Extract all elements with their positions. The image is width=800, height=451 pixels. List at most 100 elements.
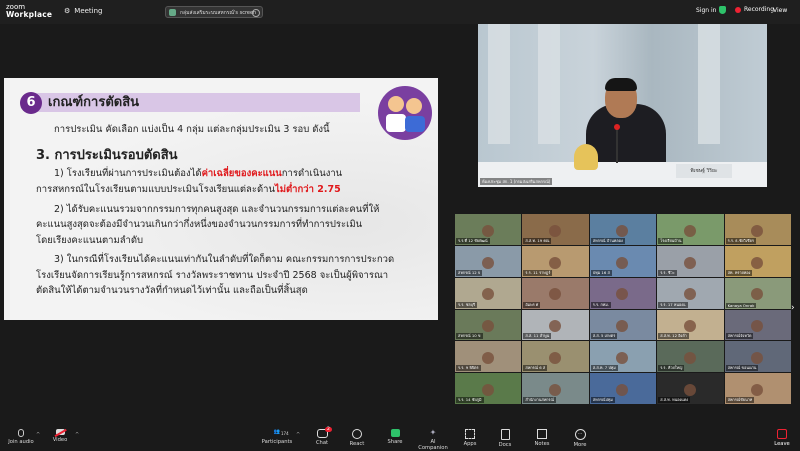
video-options-caret-icon[interactable]: ^ [75,432,79,438]
participant-tile[interactable]: อัมพร ศ [522,277,589,309]
join-audio-label: Join audio [8,439,34,445]
active-speaker-video[interactable]: พิเชษฐ์ วิริยะ ห้องประชุม สก. 1 (กรมส่งเ… [478,24,767,187]
participant-tile[interactable]: ร.ร. ชลบุรี [455,277,522,309]
participant-tile[interactable]: ร.ร. ห้วยใหญ่ [657,341,724,373]
participant-video-figure [548,383,561,396]
participant-video-figure [616,320,629,333]
participant-tile[interactable]: ส.ส.ท. หนองแดง [657,373,724,404]
participant-name: สหกรณ์ชัยนาท [725,397,755,403]
criteria-2-line-1: 2) ได้รับคะแนนรวมจากกรรมการทุกคนสูงสุด แ… [54,204,380,215]
view-button[interactable]: View [773,7,787,14]
student-body-icon [405,116,425,132]
ai-sparkle-icon: ✦ [429,428,437,437]
more-button[interactable]: ··· More [563,429,597,448]
criteria-1-text: 1) โรงเรียนที่ผ่านการประเมินต้องได้ [54,168,202,179]
meeting-tab[interactable]: ⚙ Meeting [64,7,103,15]
participant-video-figure [683,383,696,396]
slide-number-badge: 6 [20,92,42,114]
participant-tile[interactable]: ปทุม 16 ส [589,245,657,277]
notes-label: Notes [534,441,550,447]
audio-options-caret-icon[interactable]: ^ [36,432,40,438]
participants-count: 174 [281,431,289,436]
share-screen-icon [169,9,176,16]
react-icon [352,429,362,439]
participant-tile[interactable]: ร.ร. ชีวะ [657,245,724,277]
participant-tile[interactable]: สหกรณ์ 12 จ [455,245,522,277]
security-shield-icon[interactable] [719,6,726,14]
participant-tile[interactable]: สหกรณ์ชัยนาท [724,373,791,404]
criteria-1-highlight: ค่าเฉลี่ยของคะแนน [201,168,282,179]
leave-label: Leave [774,441,790,447]
participant-tile[interactable]: ร.ร. 14 ชัยภูมิ [455,373,522,404]
criteria-1-line-1: 1) โรงเรียนที่ผ่านการประเมินต้องได้ค่าเฉ… [54,166,342,181]
shared-slide: 6 เกณฑ์การตัดสิน การประเมิน คัดเลือก แบ่… [4,78,438,320]
curtain [488,24,510,144]
participants-caret-icon[interactable]: ^ [296,432,300,438]
headphone-icon [18,429,24,437]
criteria-2-line-3: โดยเรียงคะแนนตามลำดับ [36,235,144,246]
ai-companion-button[interactable]: ✦ AI Companion [416,429,450,451]
participant-name: ส.ส.ท. หนองแดง [658,397,691,403]
join-audio-button[interactable]: Join audio [4,429,38,445]
participant-tile[interactable]: สหกรณ์ ขอนแก่น [724,341,791,373]
participant-video-figure [481,320,494,333]
view-options-icon[interactable] [252,9,260,17]
shared-screen-title-text: กลุ่มส่งเสริมระบบสหกรณ์'s screen [180,10,257,16]
recording-indicator[interactable]: Recording [735,6,774,13]
participant-tile[interactable]: ส.ส. 11 ลำพูน [522,309,589,341]
participant-tile[interactable]: ส.ส. 5 เกษตร [589,309,657,341]
participant-tile[interactable]: สหกรณ์ 6 ส [522,341,589,373]
participant-name: ร.ร. 14 ชัยภูมิ [456,397,484,403]
student-body-icon [386,114,406,132]
participant-name: ร.ร. 9 พิจิตร [456,365,481,372]
shared-screen-title[interactable]: กลุ่มส่งเสริมระบบสหกรณ์'s screen [165,6,263,18]
participant-tile[interactable]: โรงเรียนบ้าน [657,214,724,245]
participants-label: Participants [261,439,293,445]
participant-tile[interactable]: สท. ทรายทอง [724,245,791,277]
react-button[interactable]: React [340,429,374,447]
participant-tile[interactable]: ส.ส.ท. 7 ปทุม [589,341,657,373]
sign-in-link[interactable]: Sign in [696,7,716,14]
meeting-tab-label: Meeting [74,7,103,15]
participant-tile[interactable]: สหกรณ์ บ้านคลอง [589,214,657,245]
participant-name: ส.ส.ท. 7 ปทุม [590,365,618,372]
emblem-icon [574,144,598,170]
apps-label: Apps [463,441,477,447]
participant-tile[interactable]: ร.ร. กทม. [589,277,657,309]
participant-video-figure [481,224,494,237]
gallery-next-page-icon[interactable]: › [791,303,795,313]
share-button[interactable]: Share [378,429,412,445]
brand-line2: Workplace [6,10,53,19]
participant-video-figure [751,256,764,269]
participant-video-figure [751,352,764,365]
recording-dot-icon [735,6,741,13]
participant-tile[interactable]: ร.ร. 9 พิจิตร [455,341,522,373]
criteria-3-line-2: โรงเรียนจัดการเรียนรู้การสหกรณ์ รางวัลพร… [36,270,389,281]
recording-label: Recording [744,6,775,13]
criteria-2-line-2: คะแนนสูงสุดจะต้องมีจำนวนเกินกว่ากึ่งหนึ่… [36,219,363,230]
docs-label: Docs [498,442,512,448]
video-button[interactable]: Video [43,429,77,443]
slide-title: เกณฑ์การตัดสิน [48,95,140,110]
participant-tile[interactable]: Kanaya Onrak [724,277,791,309]
participant-tile[interactable]: ส.ส.ท. 19 คณ [522,214,589,245]
notes-button[interactable]: Notes [525,429,559,447]
participant-tile[interactable]: ร.ร. 17 หนองแ [657,277,724,309]
participant-tile[interactable]: ส.ส.ท. 12 อิงลำ [657,309,724,341]
participant-tile[interactable]: ร.ร. ธ.ชัยวิเชียร [724,214,791,245]
participant-tile[interactable]: สหกรณ์จังหวัด [724,309,791,341]
leave-button[interactable]: Leave [765,429,799,447]
participant-tile[interactable]: ร.ร. 11 ราษฎร์ [522,245,589,277]
apps-button[interactable]: Apps [453,429,487,447]
participant-tile[interactable]: ร.ร.ที่ 12 ชัยพัฒน์ [455,214,522,245]
participant-name: สหกรณ์ 10 ข [456,333,483,340]
participant-tile[interactable]: สหกรณ์ปทุม [589,373,657,404]
speaker-nameplate: พิเชษฐ์ วิริยะ [676,164,732,178]
chat-unread-badge: 2 [325,427,332,432]
docs-button[interactable]: Docs [488,429,522,448]
participant-video-figure [616,383,629,396]
participant-tile[interactable]: สำนักงานสหกรณ์ [522,373,589,404]
participants-button[interactable]: 👥 174 Participants [260,429,294,445]
participant-tile[interactable]: สหกรณ์ 10 ข [455,309,522,341]
chat-button[interactable]: 2 Chat [305,427,339,446]
